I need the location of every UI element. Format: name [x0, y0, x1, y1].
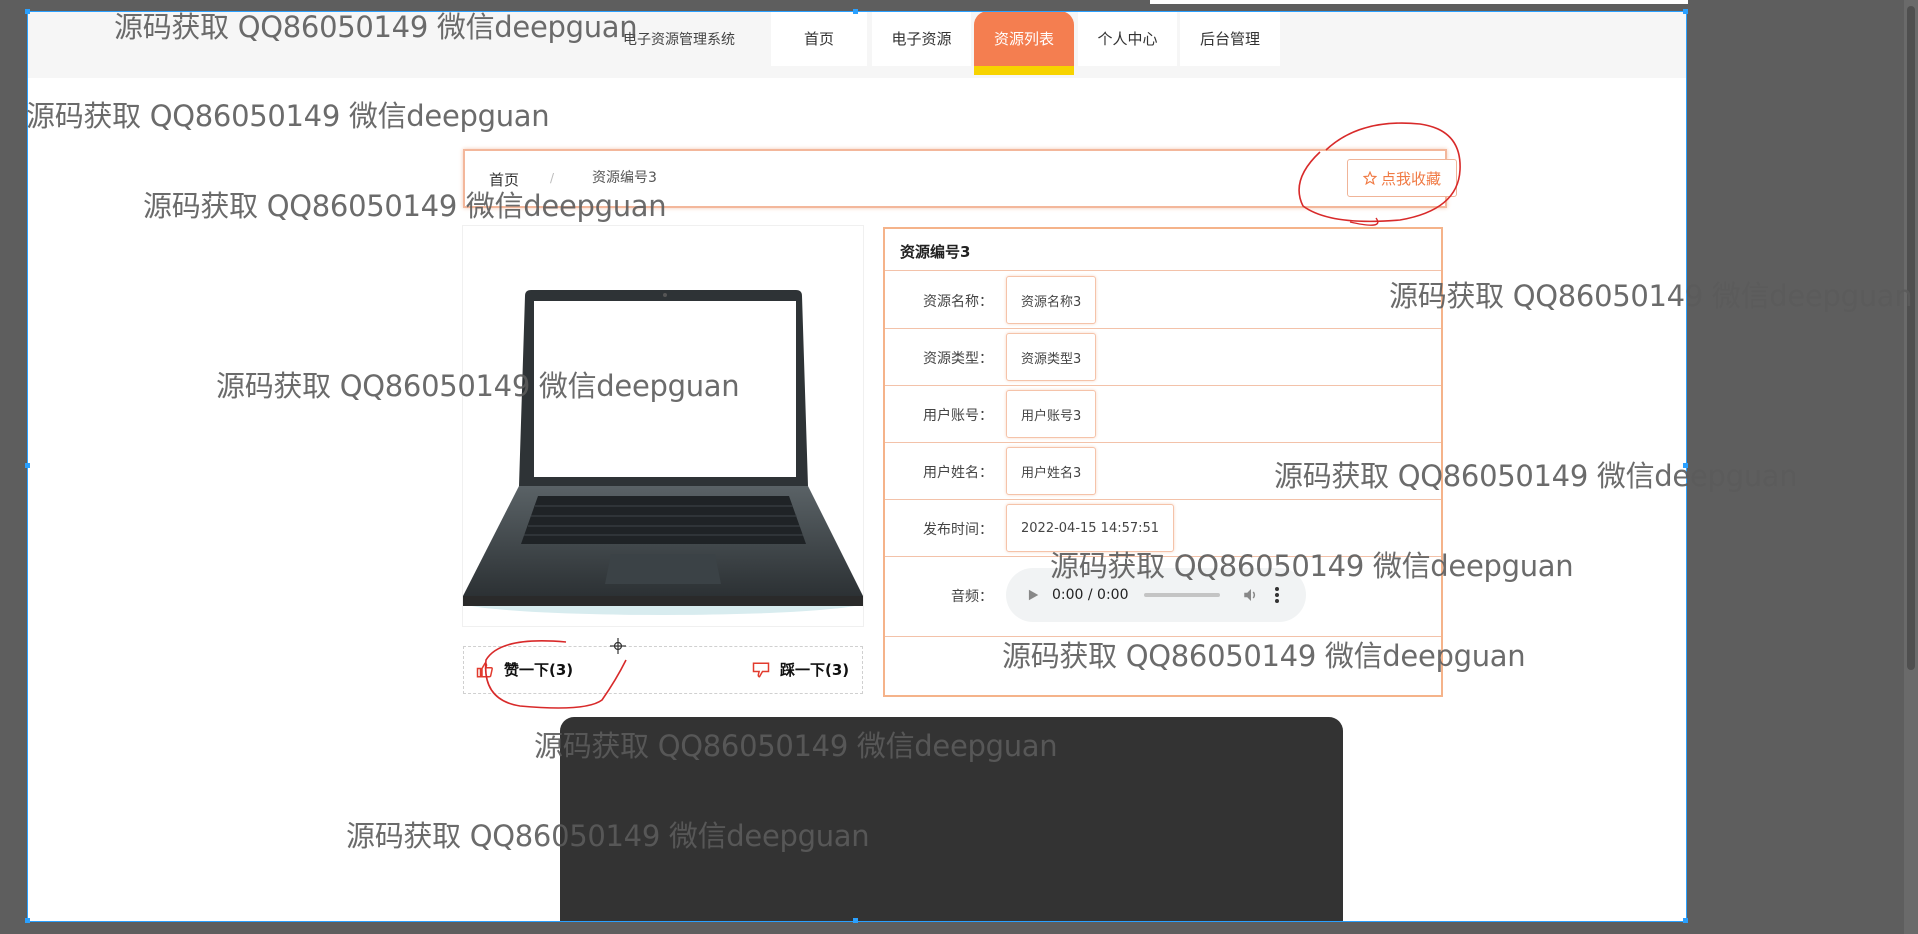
audio-progress-slider[interactable]	[1143, 593, 1220, 597]
play-icon[interactable]	[1026, 588, 1040, 602]
watermark-text: 源码获取 QQ86050149 微信deepguan	[1274, 459, 1798, 493]
nav-item-admin[interactable]: 后台管理	[1180, 11, 1280, 66]
scrollbar-thumb[interactable]	[1907, 6, 1915, 670]
site-brand: 电子资源管理系统	[623, 32, 735, 48]
watermark-text: 源码获取 QQ86050149 微信deepguan	[114, 10, 638, 44]
detail-row-name: 资源名称： 资源名称3	[885, 271, 1441, 329]
detail-label-type: 资源类型：	[923, 351, 993, 367]
star-outline-icon	[1362, 171, 1377, 185]
watermark-text: 源码获取 QQ86050149 微信deepguan	[1002, 639, 1526, 673]
vote-bar: 赞一下(3) 踩一下(3)	[463, 646, 863, 694]
page-scrollbar[interactable]	[1904, 0, 1918, 934]
detail-value-type: 资源类型3	[1006, 333, 1097, 381]
resize-handle[interactable]	[25, 918, 30, 923]
detail-label-account: 用户账号：	[923, 408, 993, 424]
volume-icon[interactable]	[1242, 586, 1260, 604]
dislike-label: 踩一下(3)	[780, 661, 850, 679]
watermark-text: 源码获取 QQ86050149 微信deepguan	[346, 819, 870, 853]
resize-handle[interactable]	[853, 9, 858, 14]
nav-item-home[interactable]: 首页	[771, 11, 867, 66]
thumbs-down-icon	[752, 662, 770, 678]
watermark-text: 源码获取 QQ86050149 微信deepguan	[1389, 279, 1913, 313]
watermark-text: 源码获取 QQ86050149 微信deepguan	[216, 369, 740, 403]
detail-value-username: 用户姓名3	[1006, 447, 1097, 495]
watermark-text: 源码获取 QQ86050149 微信deepguan	[534, 729, 1058, 763]
detail-label-publish-time: 发布时间：	[923, 522, 993, 538]
more-options-icon[interactable]	[1274, 586, 1280, 604]
favorite-button-label: 点我收藏	[1380, 169, 1441, 188]
detail-label-username: 用户姓名：	[923, 465, 993, 481]
like-button[interactable]: 赞一下(3)	[476, 659, 573, 680]
detail-row-account: 用户账号： 用户账号3	[885, 385, 1441, 443]
laptop-image	[458, 225, 868, 627]
detail-value-name: 资源名称3	[1006, 276, 1097, 324]
thumbs-up-icon	[476, 661, 493, 677]
like-label: 赞一下(3)	[504, 661, 574, 679]
nav-item-resource-list[interactable]: 资源列表	[974, 11, 1074, 75]
detail-row-type: 资源类型： 资源类型3	[885, 328, 1441, 386]
watermark-text: 源码获取 QQ86050149 微信deepguan	[143, 189, 667, 223]
watermark-text: 源码获取 QQ86050149 微信deepguan	[1050, 549, 1574, 583]
nav-item-resources[interactable]: 电子资源	[872, 11, 971, 66]
resize-handle[interactable]	[25, 9, 30, 14]
detail-label-audio: 音频：	[951, 589, 993, 605]
resize-handle[interactable]	[853, 918, 858, 923]
resize-handle[interactable]	[1683, 9, 1688, 14]
resize-handle[interactable]	[1683, 918, 1688, 923]
detail-value-account: 用户账号3	[1006, 390, 1097, 438]
resize-handle[interactable]	[25, 463, 30, 468]
detail-label-name: 资源名称：	[923, 294, 993, 310]
watermark-text: 源码获取 QQ86050149 微信deepguan	[26, 99, 550, 133]
detail-title: 资源编号3	[885, 229, 1441, 271]
favorite-button[interactable]: 点我收藏	[1347, 159, 1457, 197]
audio-time: 0:00 / 0:00	[1052, 587, 1129, 603]
browser-top-strip	[1150, 0, 1688, 4]
dislike-button[interactable]: 踩一下(3)	[752, 659, 849, 680]
nav-item-personal-center[interactable]: 个人中心	[1078, 11, 1177, 66]
